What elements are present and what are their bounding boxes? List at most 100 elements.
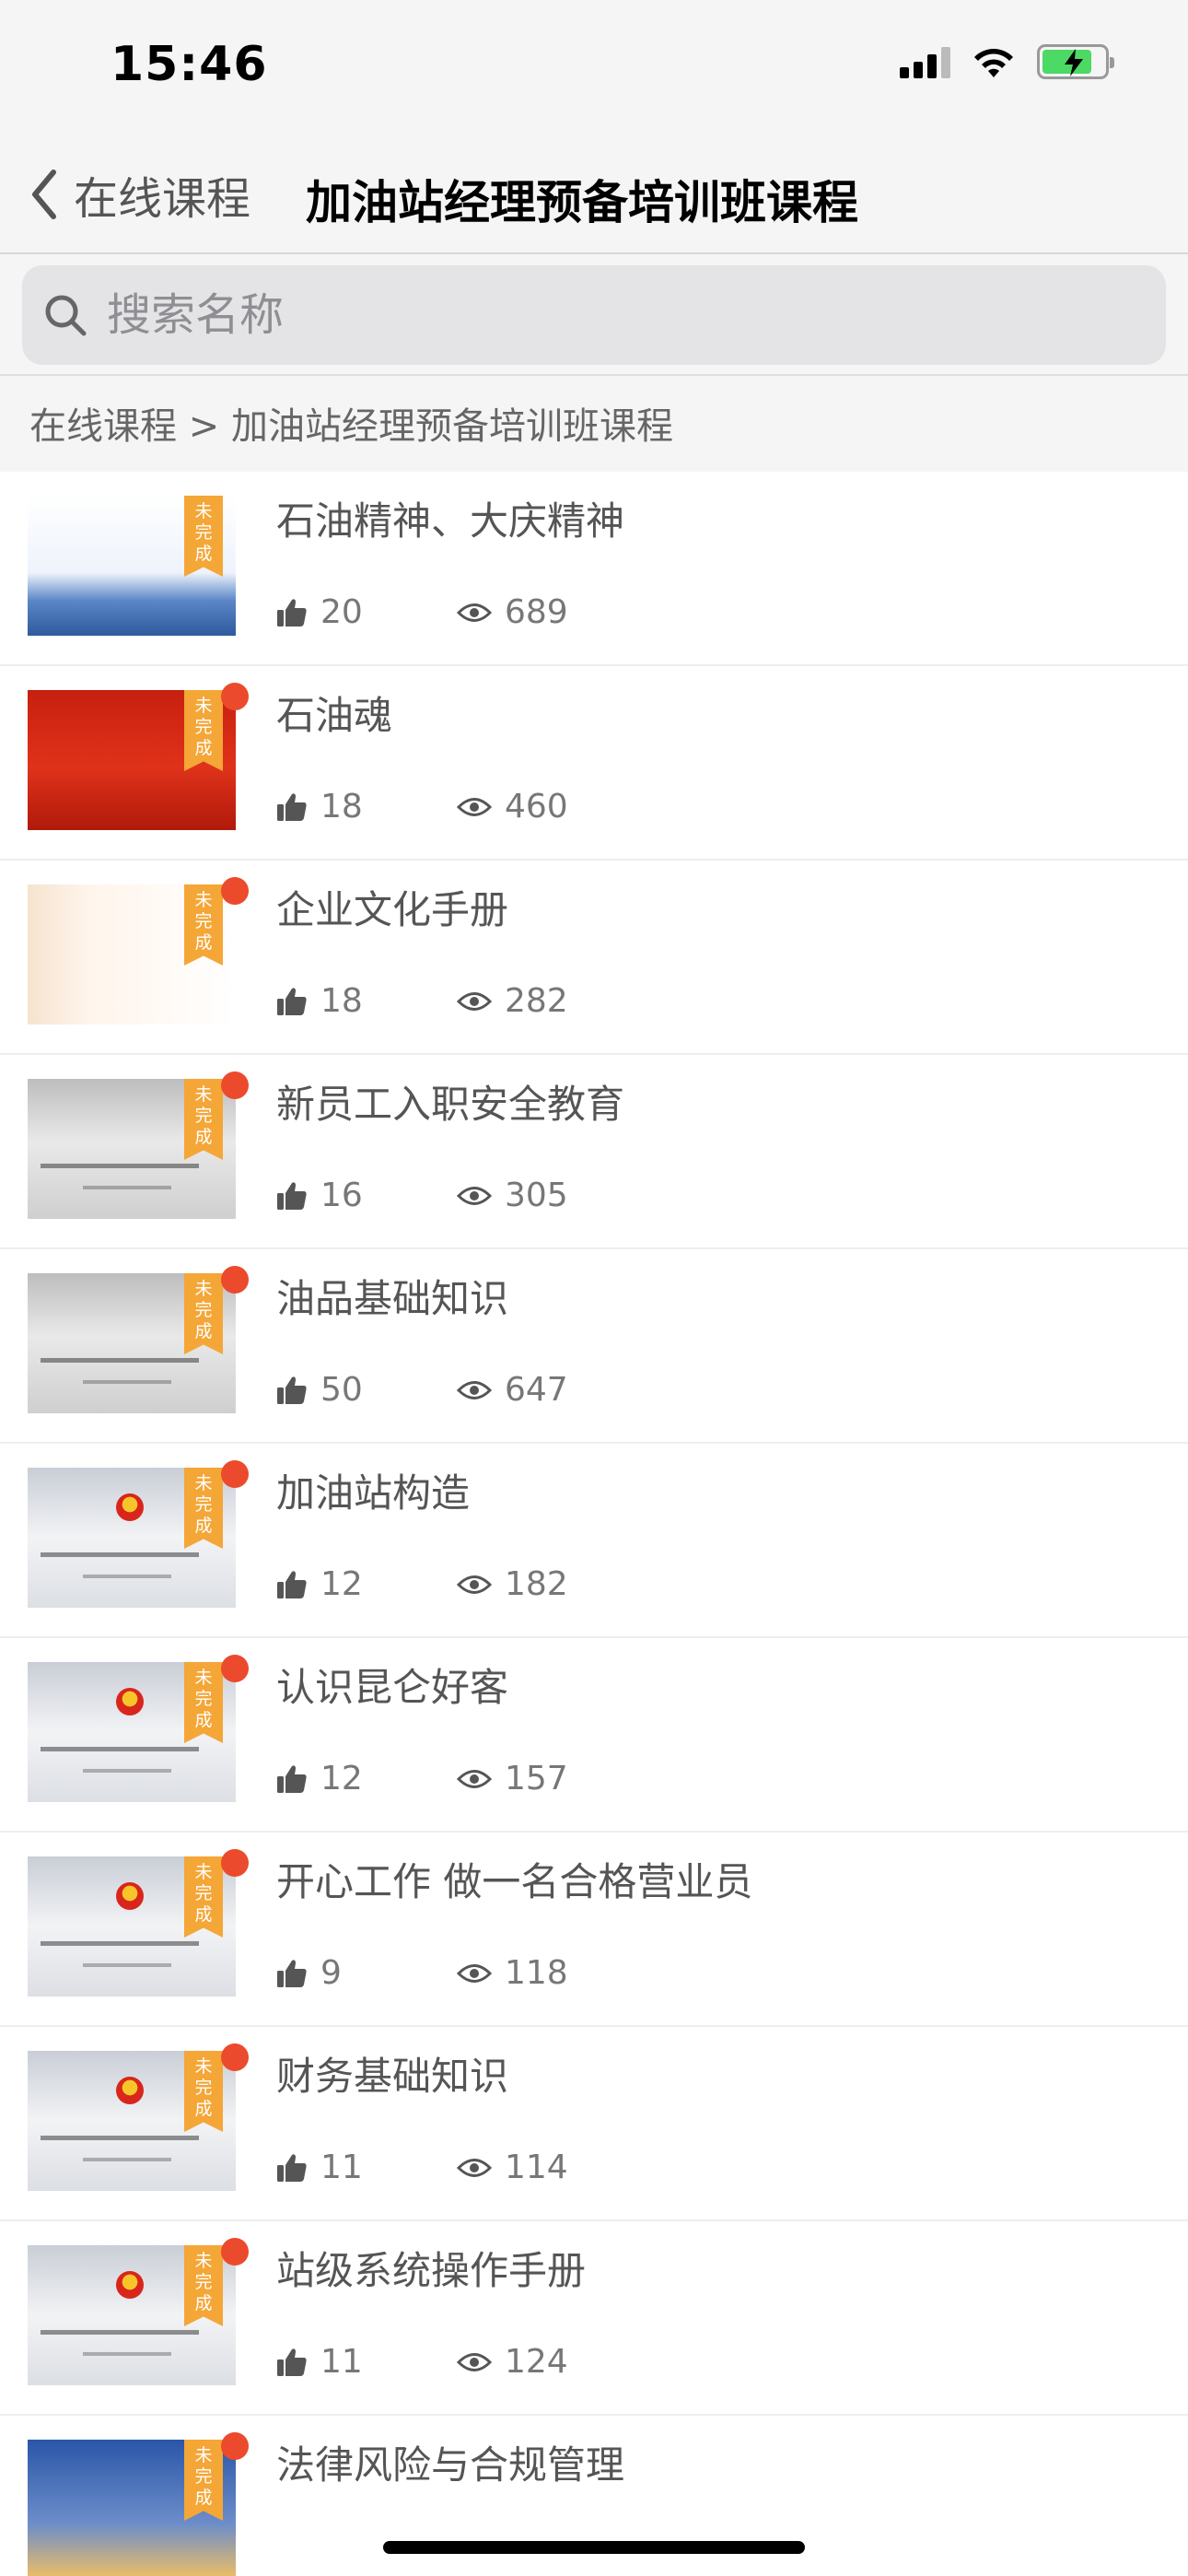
course-stats: 18 282 — [276, 982, 568, 1020]
course-stats: 11 114 — [276, 2149, 568, 2186]
incomplete-badge: 未 完 成 — [184, 1079, 223, 1160]
incomplete-badge: 未 完 成 — [184, 2245, 223, 2326]
likes-count: 11 — [320, 2343, 363, 2381]
thumbs-up-icon — [277, 598, 307, 626]
views-count: 689 — [505, 593, 568, 631]
course-list-item[interactable]: 未 完 成 认识昆仑好客 12 157 — [0, 1638, 1188, 1832]
course-list-item[interactable]: 未 完 成 石油魂 18 460 — [0, 666, 1188, 861]
views-stat: 114 — [457, 2149, 568, 2186]
likes-stat: 11 — [276, 2149, 457, 2186]
likes-stat: 50 — [276, 1371, 457, 1409]
course-title: 开心工作 做一名合格营业员 — [276, 1859, 753, 1904]
eye-icon — [457, 2352, 492, 2371]
company-logo-icon — [116, 1688, 144, 1715]
course-title: 新员工入职安全教育 — [276, 1082, 625, 1127]
status-bar: 15:46 — [0, 0, 1188, 138]
back-button[interactable]: 在线课程 — [29, 162, 250, 227]
incomplete-badge: 未 完 成 — [184, 2440, 223, 2521]
eye-icon — [457, 797, 492, 816]
cellular-signal-icon — [900, 45, 950, 78]
course-list-item[interactable]: 未 完 成 开心工作 做一名合格营业员 9 118 — [0, 1832, 1188, 2027]
thumbs-up-icon — [277, 792, 307, 821]
likes-count: 16 — [320, 1177, 363, 1214]
views-stat: 157 — [457, 1760, 568, 1797]
incomplete-badge: 未 完 成 — [184, 1468, 223, 1549]
thumbs-up-icon — [277, 2348, 307, 2376]
course-list: 未 完 成 石油精神、大庆精神 20 689 未 完 成 石油魂 18 460 … — [0, 472, 1188, 2576]
likes-count: 11 — [320, 2149, 363, 2186]
thumbs-up-icon — [277, 1959, 307, 1987]
incomplete-badge: 未 完 成 — [184, 496, 223, 577]
views-count: 460 — [505, 788, 568, 825]
course-stats: 20 689 — [276, 593, 568, 631]
company-logo-icon — [116, 1882, 144, 1910]
course-list-item[interactable]: 未 完 成 新员工入职安全教育 16 305 — [0, 1055, 1188, 1249]
search-input[interactable] — [107, 289, 1120, 341]
likes-count: 12 — [320, 1565, 363, 1603]
likes-stat: 11 — [276, 2343, 457, 2381]
views-stat: 689 — [457, 593, 568, 631]
course-list-item[interactable]: 未 完 成 站级系统操作手册 11 124 — [0, 2221, 1188, 2416]
navigation-bar: 在线课程 加油站经理预备培训班课程 — [0, 138, 1188, 254]
likes-count: 18 — [320, 982, 363, 1020]
course-stats: 50 647 — [276, 1371, 568, 1409]
chevron-left-icon — [32, 170, 56, 219]
page-title: 加油站经理预备培训班课程 — [306, 176, 858, 229]
unread-dot — [221, 1655, 249, 1682]
eye-icon — [457, 1769, 492, 1788]
views-stat: 124 — [457, 2343, 568, 2381]
thumbs-up-icon — [277, 1570, 307, 1598]
views-count: 157 — [505, 1760, 568, 1797]
unread-dot — [221, 1460, 249, 1488]
course-title: 认识昆仑好客 — [276, 1665, 509, 1710]
search-bar — [0, 256, 1188, 376]
thumbs-up-icon — [277, 1764, 307, 1793]
views-count: 182 — [505, 1565, 568, 1603]
home-indicator[interactable] — [383, 2541, 805, 2554]
views-count: 118 — [505, 1954, 568, 1992]
company-logo-icon — [116, 1493, 144, 1521]
incomplete-badge: 未 完 成 — [184, 2051, 223, 2132]
course-list-item[interactable]: 未 完 成 企业文化手册 18 282 — [0, 861, 1188, 1055]
incomplete-badge: 未 完 成 — [184, 1856, 223, 1938]
incomplete-badge: 未 完 成 — [184, 1662, 223, 1743]
views-count: 647 — [505, 1371, 568, 1409]
likes-stat: 18 — [276, 788, 457, 825]
eye-icon — [457, 2158, 492, 2177]
course-list-item[interactable]: 未 完 成 石油精神、大庆精神 20 689 — [0, 472, 1188, 666]
course-title: 企业文化手册 — [276, 887, 509, 932]
wifi-icon — [974, 49, 1013, 77]
course-stats: 12 182 — [276, 1565, 568, 1603]
likes-stat: 12 — [276, 1760, 457, 1797]
unread-dot — [221, 683, 249, 710]
back-button-label: 在线课程 — [74, 173, 251, 225]
eye-icon — [457, 1380, 492, 1399]
views-stat: 305 — [457, 1177, 568, 1214]
course-stats: 12 157 — [276, 1760, 568, 1797]
course-title: 站级系统操作手册 — [276, 2248, 587, 2293]
eye-icon — [457, 603, 492, 622]
course-title: 石油精神、大庆精神 — [276, 498, 625, 544]
thumbs-up-icon — [277, 1376, 307, 1404]
unread-dot — [221, 877, 249, 905]
likes-stat: 20 — [276, 593, 457, 631]
views-stat: 118 — [457, 1954, 568, 1992]
unread-dot — [221, 2043, 249, 2071]
views-stat: 182 — [457, 1565, 568, 1603]
unread-dot — [221, 1849, 249, 1877]
course-list-item[interactable]: 未 完 成 油品基础知识 50 647 — [0, 1249, 1188, 1444]
course-list-item[interactable]: 未 完 成 加油站构造 12 182 — [0, 1444, 1188, 1638]
course-stats: 9 118 — [276, 1954, 568, 1992]
status-time: 15:46 — [111, 37, 268, 92]
likes-stat: 12 — [276, 1565, 457, 1603]
incomplete-badge: 未 完 成 — [184, 884, 223, 966]
views-count: 124 — [505, 2343, 568, 2381]
likes-stat: 16 — [276, 1177, 457, 1214]
course-list-item[interactable]: 未 完 成 财务基础知识 11 114 — [0, 2027, 1188, 2221]
course-title: 财务基础知识 — [276, 2054, 509, 2099]
incomplete-badge: 未 完 成 — [184, 1273, 223, 1354]
search-box[interactable] — [22, 265, 1166, 365]
eye-icon — [457, 1963, 492, 1983]
views-stat: 647 — [457, 1371, 568, 1409]
views-count: 305 — [505, 1177, 568, 1214]
